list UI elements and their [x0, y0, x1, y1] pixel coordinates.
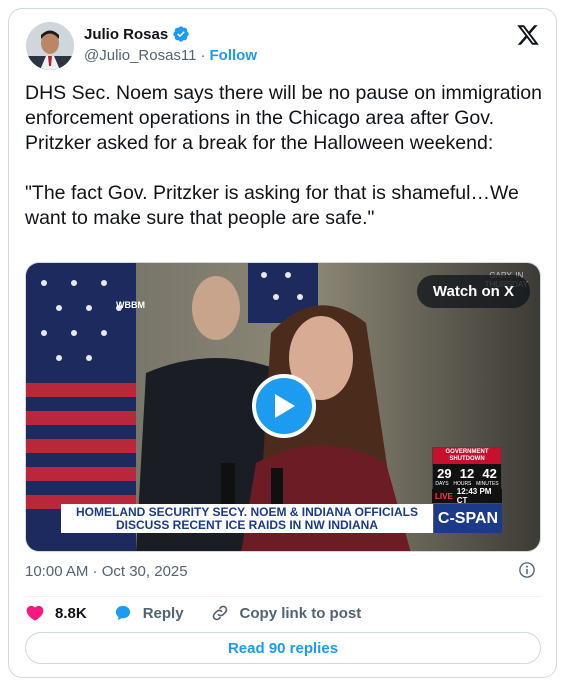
shutdown-minutes: 42: [482, 466, 497, 481]
info-icon[interactable]: [518, 561, 536, 579]
play-button[interactable]: [252, 374, 316, 438]
station-bug: WBBM: [116, 300, 145, 310]
like-button[interactable]: 8.8K: [25, 603, 87, 623]
reply-button[interactable]: Reply: [113, 603, 184, 623]
follow-button[interactable]: Follow: [210, 47, 258, 64]
x-logo-icon[interactable]: [516, 23, 540, 47]
copy-link-label: Copy link to post: [239, 604, 362, 622]
link-icon: [212, 605, 227, 621]
action-bar: 8.8K Reply Copy link to post: [25, 603, 387, 623]
live-label: LIVE: [435, 491, 453, 501]
tweet-card: Julio Rosas @Julio_Rosas11 · Follow DHS …: [8, 8, 557, 678]
network-logo: C-SPAN: [434, 504, 502, 533]
verified-badge-icon: [173, 26, 189, 42]
shutdown-header: GOVERNMENT SHUTDOWN: [433, 448, 501, 464]
like-count: 8.8K: [55, 604, 87, 622]
watch-on-x-button[interactable]: Watch on X: [416, 275, 530, 308]
shutdown-hours: 12: [459, 466, 475, 481]
chyron-line-2: DISCUSS RECENT ICE RAIDS IN NW INDIANA: [115, 518, 378, 532]
unit-days: DAYS: [435, 481, 449, 487]
play-icon: [275, 394, 295, 418]
author-handle[interactable]: @Julio_Rosas11: [84, 47, 197, 64]
author-name[interactable]: Julio Rosas: [84, 26, 168, 43]
read-replies-button[interactable]: Read 90 replies: [25, 632, 541, 664]
tweet-text: DHS Sec. Noem says there will be no paus…: [25, 82, 542, 229]
avatar[interactable]: [26, 22, 74, 70]
heart-icon: [26, 605, 44, 621]
video-player[interactable]: WBBM GARY, IN THURSDAY Watch on X GOVERN…: [25, 262, 541, 552]
separator-dot: ·: [200, 47, 206, 64]
copy-link-button[interactable]: Copy link to post: [210, 603, 362, 623]
live-indicator: LIVE 12:43 PM CT: [432, 487, 502, 505]
divider: [25, 596, 541, 597]
shutdown-days: 29: [437, 466, 452, 481]
live-time: 12:43 PM CT: [456, 487, 492, 505]
news-chyron: HOMELAND SECURITY SECY. NOEM & INDIANA O…: [61, 504, 433, 533]
reply-icon: [115, 605, 130, 621]
post-timestamp[interactable]: 10:00 AM · Oct 30, 2025: [25, 563, 188, 580]
shutdown-clock: GOVERNMENT SHUTDOWN 29 12 42 DAYS HOURS …: [432, 447, 502, 490]
reply-label: Reply: [142, 604, 184, 622]
